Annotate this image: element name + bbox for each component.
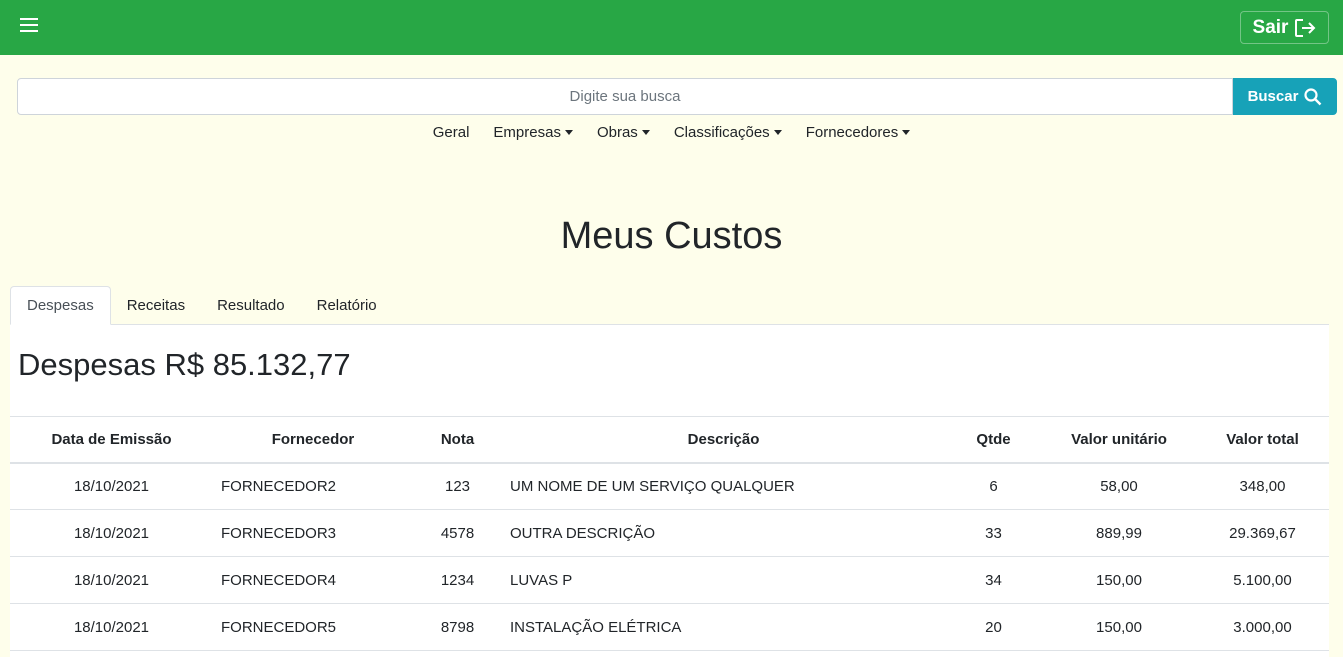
cell-total: 29.369,67 [1196,509,1329,557]
cell-total: 3.000,00 [1196,603,1329,651]
column-header[interactable]: Data de Emissão [10,416,213,464]
nav-label: Geral [432,123,470,141]
cell-date: 18/10/2021 [10,556,213,604]
nav-item-fornecedores[interactable]: Fornecedores [794,121,923,143]
cell-unit-price: 889,99 [1042,509,1196,557]
cell-quantity: 20 [945,603,1042,651]
cell-description: OUTRA DESCRIÇÃO [502,509,945,557]
table-row[interactable]: 18/10/2021 FORNECEDOR3 4578 OUTRA DESCRI… [10,509,1329,557]
column-header[interactable]: Valor unitário [1042,416,1196,464]
cell-unit-price: 58,00 [1042,462,1196,510]
cell-unit-price: 150,00 [1042,603,1196,651]
caret-down-icon [564,129,573,135]
cell-supplier: FORNECEDOR2 [213,462,413,510]
column-header[interactable]: Fornecedor [213,416,413,464]
column-header[interactable]: Valor total [1196,416,1329,464]
cell-unit-price: 150,00 [1042,556,1196,604]
nav-label: Fornecedores [805,123,899,141]
cell-description: LUVAS P [502,556,945,604]
cell-invoice: 8798 [413,603,502,651]
column-header[interactable]: Qtde [945,416,1042,464]
table-row[interactable]: 18/10/2021 FORNECEDOR4 1234 LUVAS P 34 1… [10,556,1329,604]
cell-supplier: FORNECEDOR5 [213,603,413,651]
expenses-table: Data de Emissão Fornecedor Nota Descriçã… [10,416,1329,651]
search-button[interactable]: Buscar [1233,78,1337,115]
nav-item-obras[interactable]: Obras [585,121,662,143]
table-row[interactable]: 18/10/2021 FORNECEDOR5 8798 INSTALAÇÃO E… [10,603,1329,651]
search-icon [1304,87,1322,105]
cell-total: 348,00 [1196,462,1329,510]
table-row[interactable]: 18/10/2021 FORNECEDOR2 123 UM NOME DE UM… [10,462,1329,510]
cell-description: UM NOME DE UM SERVIÇO QUALQUER [502,462,945,510]
page-title: Meus Custos [560,215,783,257]
cell-supplier: FORNECEDOR3 [213,509,413,557]
tab-relatorio[interactable]: Relatório [301,286,393,325]
nav-label: Empresas [493,123,561,141]
cell-date: 18/10/2021 [10,462,213,510]
cell-description: INSTALAÇÃO ELÉTRICA [502,603,945,651]
nav-label: Classificações [673,123,770,141]
caret-down-icon [773,129,782,135]
tab-bar: Despesas Receitas Resultado Relatório [10,286,1329,325]
tab-resultado[interactable]: Resultado [201,286,301,325]
logout-arrow-icon [1295,18,1316,37]
tab-receitas[interactable]: Receitas [111,286,201,325]
cell-quantity: 6 [945,462,1042,510]
caret-down-icon [902,129,911,135]
nav-label: Obras [596,123,638,141]
logout-label: Sair [1252,16,1289,38]
top-navbar: Sair [0,0,1343,55]
nav-item-geral[interactable]: Geral [421,121,482,143]
cell-invoice: 123 [413,462,502,510]
column-header[interactable]: Nota [413,416,502,464]
cell-date: 18/10/2021 [10,509,213,557]
caret-down-icon [641,129,650,135]
cell-invoice: 1234 [413,556,502,604]
column-header[interactable]: Descrição [502,416,945,464]
cell-supplier: FORNECEDOR4 [213,556,413,604]
search-bar: Buscar [17,78,1337,115]
cell-invoice: 4578 [413,509,502,557]
cell-quantity: 33 [945,509,1042,557]
cell-date: 18/10/2021 [10,603,213,651]
table-header-row: Data de Emissão Fornecedor Nota Descriçã… [10,416,1329,464]
main-menu: Geral Empresas Obras Classificações Forn… [0,121,1343,143]
logout-button[interactable]: Sair [1240,11,1329,44]
search-button-label: Buscar [1247,88,1299,105]
expenses-panel: Despesas R$ 85.132,77 Data de Emissão Fo… [10,325,1329,657]
search-input[interactable] [17,78,1233,115]
cell-total: 5.100,00 [1196,556,1329,604]
cell-quantity: 34 [945,556,1042,604]
expenses-total-heading: Despesas R$ 85.132,77 [18,347,351,382]
nav-item-empresas[interactable]: Empresas [481,121,585,143]
hamburger-menu-icon[interactable] [20,18,38,36]
nav-item-classificacoes[interactable]: Classificações [662,121,794,143]
tab-despesas[interactable]: Despesas [10,286,111,325]
